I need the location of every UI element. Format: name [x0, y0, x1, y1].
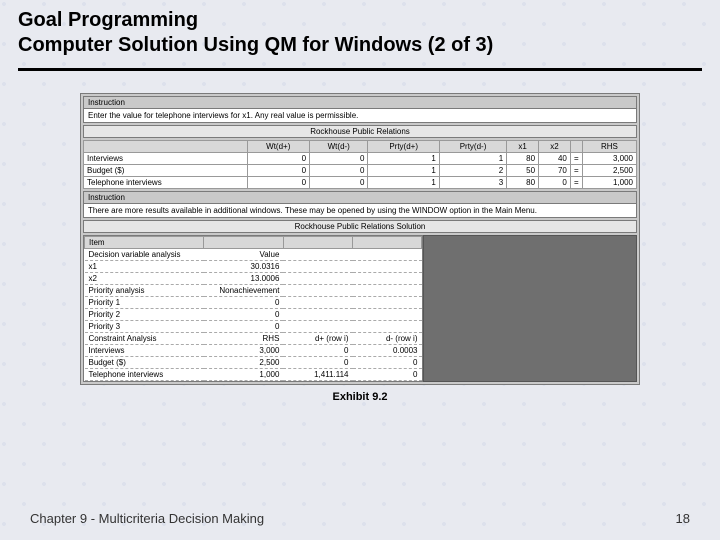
list-item: x213.0006: [85, 273, 422, 285]
title-rule: [18, 68, 702, 71]
list-item: Priority analysisNonachievement: [85, 285, 422, 297]
col-sign: [570, 141, 582, 153]
title-line-1: Goal Programming: [18, 8, 702, 33]
col-prty-dplus: Prty(d+): [368, 141, 439, 153]
instruction-head-2: Instruction: [84, 192, 636, 204]
instruction-panel-2: Instruction There are more results avail…: [83, 191, 637, 218]
slide-footer: Chapter 9 - Multicriteria Decision Makin…: [0, 511, 720, 526]
table-row: Interviews 0 0 1 1 80 40 = 3,000: [84, 153, 637, 165]
col-prty-dminus: Prty(d-): [439, 141, 506, 153]
qm-windows-app: Instruction Enter the value for telephon…: [80, 93, 640, 385]
table-row: Telephone interviews 0 0 1 3 80 0 = 1,00…: [84, 177, 637, 189]
list-item: Budget ($)2,50000: [85, 357, 422, 369]
results-header: Item: [85, 237, 422, 249]
caption-strip-2: Rockhouse Public Relations Solution: [83, 220, 637, 233]
results-table: Item Decision variable analysisValue x13…: [83, 235, 423, 382]
input-grid: Wt(d+) Wt(d-) Prty(d+) Prty(d-) x1 x2 RH…: [83, 140, 637, 189]
col-blank: [84, 141, 248, 153]
instruction-body-1: Enter the value for telephone interviews…: [84, 109, 636, 122]
page-number: 18: [676, 511, 690, 526]
col-x1: x1: [507, 141, 539, 153]
list-item: x130.0316: [85, 261, 422, 273]
slide-title: Goal Programming Computer Solution Using…: [0, 0, 720, 64]
grid-header-row: Wt(d+) Wt(d-) Prty(d+) Prty(d-) x1 x2 RH…: [84, 141, 637, 153]
instruction-panel-1: Instruction Enter the value for telephon…: [83, 96, 637, 123]
instruction-body-2: There are more results available in addi…: [84, 204, 636, 217]
col-wt-dminus: Wt(d-): [310, 141, 368, 153]
list-item: Priority 10: [85, 297, 422, 309]
list-item: Decision variable analysisValue: [85, 249, 422, 261]
col-rhs: RHS: [582, 141, 636, 153]
col-wt-dplus: Wt(d+): [247, 141, 310, 153]
title-line-2: Computer Solution Using QM for Windows (…: [18, 33, 702, 58]
list-item: Priority 20: [85, 309, 422, 321]
instruction-head-1: Instruction: [84, 97, 636, 109]
caption-strip-1: Rockhouse Public Relations: [83, 125, 637, 138]
col-x2: x2: [539, 141, 571, 153]
list-item: Priority 30: [85, 321, 422, 333]
list-item: Interviews3,00000.0003: [85, 345, 422, 357]
list-item: Constraint AnalysisRHSd+ (row i)d- (row …: [85, 333, 422, 345]
exhibit-label: Exhibit 9.2: [0, 391, 720, 403]
results-area: Item Decision variable analysisValue x13…: [83, 235, 637, 382]
empty-pane: [423, 235, 637, 382]
table-row: Budget ($) 0 0 1 2 50 70 = 2,500: [84, 165, 637, 177]
list-item: Telephone interviews1,0001,411.1140: [85, 369, 422, 381]
results-item-head: Item: [85, 237, 204, 249]
chapter-label: Chapter 9 - Multicriteria Decision Makin…: [30, 511, 264, 526]
